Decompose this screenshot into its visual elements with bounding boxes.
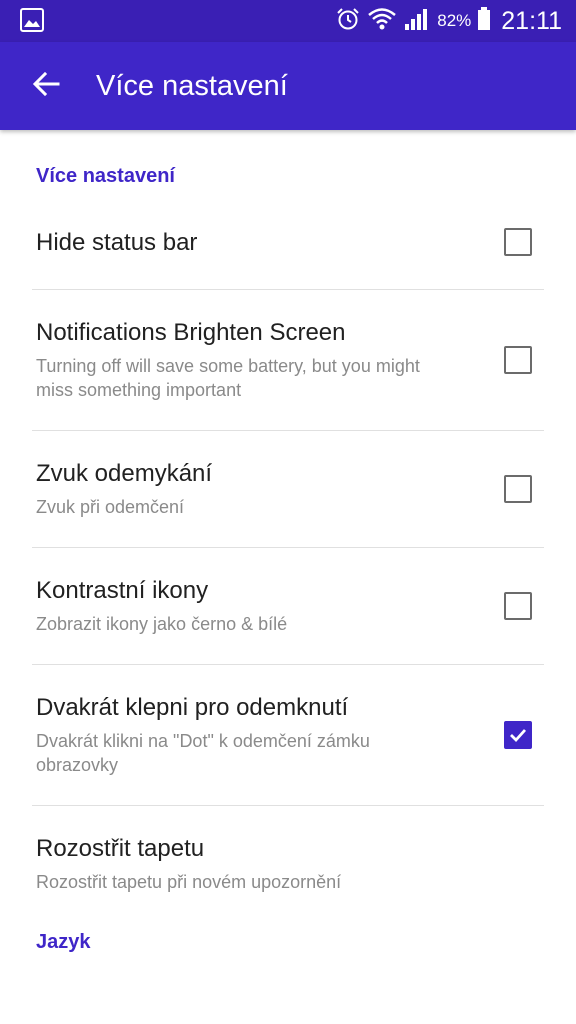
checkbox-notifications-brighten-screen[interactable] xyxy=(504,346,532,374)
section-header-more-settings: Více nastavení xyxy=(36,165,175,187)
pref-title: Zvuk odemykání xyxy=(36,460,213,487)
wifi-icon xyxy=(367,6,397,37)
page-title: Více nastavení xyxy=(96,70,288,102)
pref-title: Dvakrát klepni pro odemknutí xyxy=(36,694,349,721)
checkmark-icon xyxy=(510,729,527,743)
back-button[interactable] xyxy=(26,66,66,106)
pref-summary: Turning off will save some battery, but … xyxy=(36,356,420,400)
pref-title: Notifications Brighten Screen xyxy=(36,319,346,346)
battery-icon xyxy=(477,6,491,37)
pref-contrast-icons[interactable]: Kontrastní ikony Zobrazit ikony jako čer… xyxy=(32,548,544,665)
pref-double-tap-unlock[interactable]: Dvakrát klepni pro odemknutí Dvakrát kli… xyxy=(32,665,544,806)
toolbar: Více nastavení xyxy=(0,42,576,130)
checkbox-contrast-icons[interactable] xyxy=(504,592,532,620)
section-header-language: Jazyk xyxy=(36,931,91,953)
pref-notifications-brighten-screen[interactable]: Notifications Brighten Screen Turning of… xyxy=(32,290,544,431)
pref-title: Hide status bar xyxy=(36,229,198,256)
pref-unlock-sound[interactable]: Zvuk odemykání Zvuk při odemčení xyxy=(32,431,544,548)
arrow-left-icon xyxy=(32,70,60,103)
gallery-icon xyxy=(20,8,44,32)
battery-percent: 82% xyxy=(437,11,472,30)
checkbox-double-tap-unlock[interactable] xyxy=(504,721,532,749)
pref-title: Kontrastní ikony xyxy=(36,577,209,604)
settings-list: Více nastavení Hide status bar Notificat… xyxy=(0,130,576,960)
status-bar: 82% 21:11 xyxy=(0,0,576,42)
pref-title: Rozostřit tapetu xyxy=(36,835,205,862)
checkbox-unlock-sound[interactable] xyxy=(504,475,532,503)
pref-summary: Dvakrát klikni na "Dot" k odemčení zámku… xyxy=(36,731,370,775)
signal-icon xyxy=(403,6,431,37)
pref-summary: Zobrazit ikony jako černo & bílé xyxy=(36,614,288,634)
pref-summary: Zvuk při odemčení xyxy=(36,497,185,517)
alarm-icon xyxy=(335,6,361,37)
pref-hide-status-bar[interactable]: Hide status bar xyxy=(32,194,544,290)
checkbox-hide-status-bar[interactable] xyxy=(504,227,532,256)
pref-summary: Rozostřit tapetu při novém upozornění xyxy=(36,872,342,892)
pref-blur-wallpaper[interactable]: Rozostřit tapetu Rozostřit tapetu při no… xyxy=(32,806,544,924)
clock: 21:11 xyxy=(501,6,562,35)
